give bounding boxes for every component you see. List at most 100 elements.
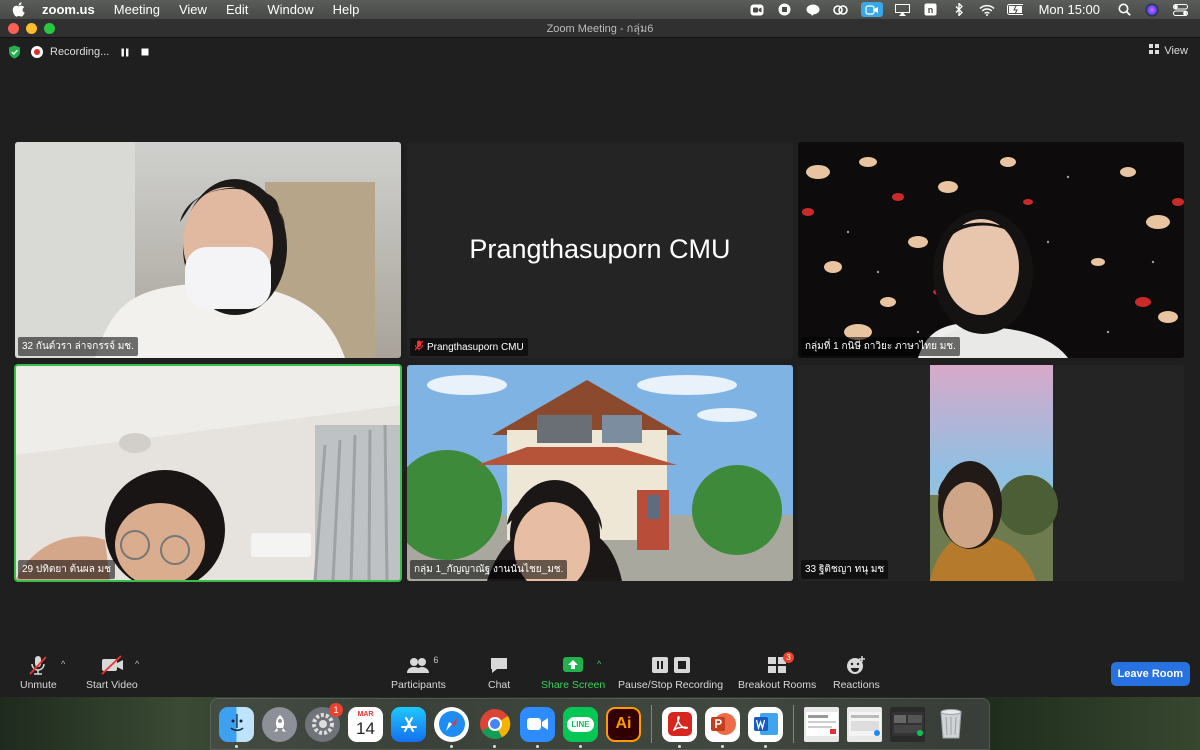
launchpad-rocket-icon[interactable] xyxy=(262,706,297,742)
chrome-icon[interactable] xyxy=(477,707,512,748)
line-app-label: LINE xyxy=(567,716,594,732)
participant-name: 33 ฐิติชญา ทนุ มช xyxy=(805,564,885,575)
macos-menu-bar: zoom.us Meeting View Edit Window Help n … xyxy=(0,0,1200,19)
notion-icon[interactable]: n xyxy=(923,3,939,16)
system-preferences-badge: 1 xyxy=(329,702,343,717)
creative-cloud-icon[interactable] xyxy=(833,3,849,16)
wifi-icon[interactable] xyxy=(979,3,995,16)
airplay-icon[interactable] xyxy=(895,3,911,16)
recording-label: Recording... xyxy=(50,46,110,58)
apple-icon[interactable] xyxy=(12,2,26,17)
video-tile[interactable]: Prangthasuporn CMU Prangthasuporn CMU xyxy=(407,142,793,358)
grid-icon xyxy=(1149,44,1160,57)
dock-separator xyxy=(793,705,794,743)
meeting-toolbar: Unmute ^ Start Video ^ 6 Participants Ch… xyxy=(0,650,1200,697)
participants-button[interactable]: 6 Participants xyxy=(391,654,446,691)
macos-dock: 1 MAR 14 LINE Ai xyxy=(210,698,990,750)
chat-button[interactable]: Chat xyxy=(488,654,510,691)
video-tile-active-speaker[interactable]: 29 ปทิตยา ต้นผล มช xyxy=(14,364,402,582)
window-title: Zoom Meeting - กลุ่ม6 xyxy=(546,23,654,35)
menu-edit[interactable]: Edit xyxy=(226,2,248,17)
menu-view[interactable]: View xyxy=(179,2,207,17)
participant-name-tag: กลุ่มที่ 1 กนิษี ถาวิยะ ภาษาไทย มช. xyxy=(801,337,960,356)
menu-meeting[interactable]: Meeting xyxy=(114,2,160,17)
audio-options-chevron-icon[interactable]: ^ xyxy=(61,659,65,669)
window-titlebar[interactable]: Zoom Meeting - กลุ่ม6 xyxy=(0,19,1200,38)
adobe-acrobat-icon[interactable] xyxy=(662,706,697,748)
share-screen-button[interactable]: Share Screen xyxy=(541,654,605,691)
pause-stop-recording-icons xyxy=(649,654,693,676)
participants-label: Participants xyxy=(391,679,446,691)
encryption-shield-icon[interactable] xyxy=(8,45,21,59)
recording-indicator: Recording... xyxy=(31,43,149,61)
menubar-clock[interactable]: Mon 15:00 xyxy=(1039,2,1100,17)
line-status-icon[interactable] xyxy=(805,3,821,16)
zoom-meeting-window: Zoom Meeting - กลุ่ม6 Recording... View xyxy=(0,19,1200,697)
calendar-icon[interactable]: MAR 14 xyxy=(348,706,383,742)
video-tile[interactable]: กลุ่ม 1_กัญญาณัฐ งานนันไชย_มช. xyxy=(407,365,793,581)
pause-stop-recording-button[interactable]: Pause/Stop Recording xyxy=(618,654,723,691)
unmute-button[interactable]: Unmute xyxy=(20,654,57,691)
minimize-window-button[interactable] xyxy=(26,22,37,34)
reactions-button[interactable]: Reactions xyxy=(833,654,880,691)
finder-icon[interactable] xyxy=(219,706,254,748)
menu-help[interactable]: Help xyxy=(333,2,360,17)
participant-name-tag: 32 กันต์วรา ล่าจกรรจ์ มช. xyxy=(18,337,138,356)
svg-text:n: n xyxy=(928,5,934,15)
pause-recording-icon[interactable] xyxy=(121,48,129,57)
muted-mic-icon xyxy=(414,340,424,354)
recent-window-thumbnail[interactable] xyxy=(804,706,839,742)
system-preferences-gear-icon[interactable]: 1 xyxy=(305,702,343,742)
breakout-rooms-badge: 3 xyxy=(783,652,795,663)
powerpoint-icon[interactable] xyxy=(705,706,740,748)
adobe-illustrator-icon[interactable]: Ai xyxy=(606,706,641,742)
zoom-status-icon[interactable] xyxy=(749,3,765,16)
participant-name: 32 กันต์วรา ล่าจกรรจ์ มช. xyxy=(22,341,134,352)
video-tile[interactable]: กลุ่มที่ 1 กนิษี ถาวิยะ ภาษาไทย มช. xyxy=(798,142,1184,358)
line-app-icon[interactable]: LINE xyxy=(563,706,598,748)
close-window-button[interactable] xyxy=(8,22,19,34)
start-video-label: Start Video xyxy=(86,679,138,691)
video-options-chevron-icon[interactable]: ^ xyxy=(135,659,139,669)
participant-video xyxy=(15,365,401,581)
stop-recording-icon[interactable] xyxy=(141,48,149,56)
fullscreen-window-button[interactable] xyxy=(44,22,55,34)
chat-label: Chat xyxy=(488,679,511,691)
record-dot-icon xyxy=(31,46,43,58)
participant-video xyxy=(798,365,1184,581)
start-video-button[interactable]: Start Video xyxy=(86,654,138,691)
safari-compass-icon[interactable] xyxy=(434,706,469,748)
video-tile[interactable]: 32 กันต์วรา ล่าจกรรจ์ มช. xyxy=(15,142,401,358)
facetime-status-icon[interactable] xyxy=(860,2,883,17)
zoom-app-icon[interactable] xyxy=(520,706,555,748)
recent-window-thumbnail[interactable] xyxy=(847,706,882,742)
spotlight-search-icon[interactable] xyxy=(1116,3,1132,16)
leave-room-button[interactable]: Leave Room xyxy=(1110,662,1190,686)
breakout-rooms-button[interactable]: 3 Breakout Rooms xyxy=(738,652,816,691)
app-store-icon[interactable] xyxy=(391,706,426,742)
trash-icon[interactable] xyxy=(933,707,968,742)
illustrator-label: Ai xyxy=(615,715,632,732)
view-label: View xyxy=(1164,44,1188,57)
participant-name-tag: Prangthasuporn CMU xyxy=(410,338,528,356)
reactions-smiley-icon xyxy=(845,654,867,676)
share-screen-icon xyxy=(562,654,584,676)
muted-microphone-icon xyxy=(27,654,49,676)
siri-icon[interactable] xyxy=(1144,3,1160,16)
participant-video xyxy=(15,142,401,358)
stop-icon[interactable] xyxy=(777,3,793,16)
view-menu-button[interactable]: View xyxy=(1149,44,1188,57)
participant-video xyxy=(407,365,793,581)
menu-window[interactable]: Window xyxy=(267,2,313,17)
video-tile[interactable]: 33 ฐิติชญา ทนุ มช xyxy=(798,365,1184,581)
bluetooth-icon[interactable] xyxy=(951,3,967,16)
recent-window-thumbnail[interactable] xyxy=(890,706,925,742)
calendar-day: 14 xyxy=(356,718,375,738)
battery-icon[interactable] xyxy=(1006,3,1023,16)
control-center-icon[interactable] xyxy=(1172,3,1188,16)
participant-display-name: Prangthasuporn CMU xyxy=(469,234,731,264)
dock-separator xyxy=(651,705,652,743)
share-options-chevron-icon[interactable]: ^ xyxy=(597,659,601,669)
menu-app-name[interactable]: zoom.us xyxy=(42,2,95,17)
word-icon[interactable] xyxy=(748,706,783,748)
